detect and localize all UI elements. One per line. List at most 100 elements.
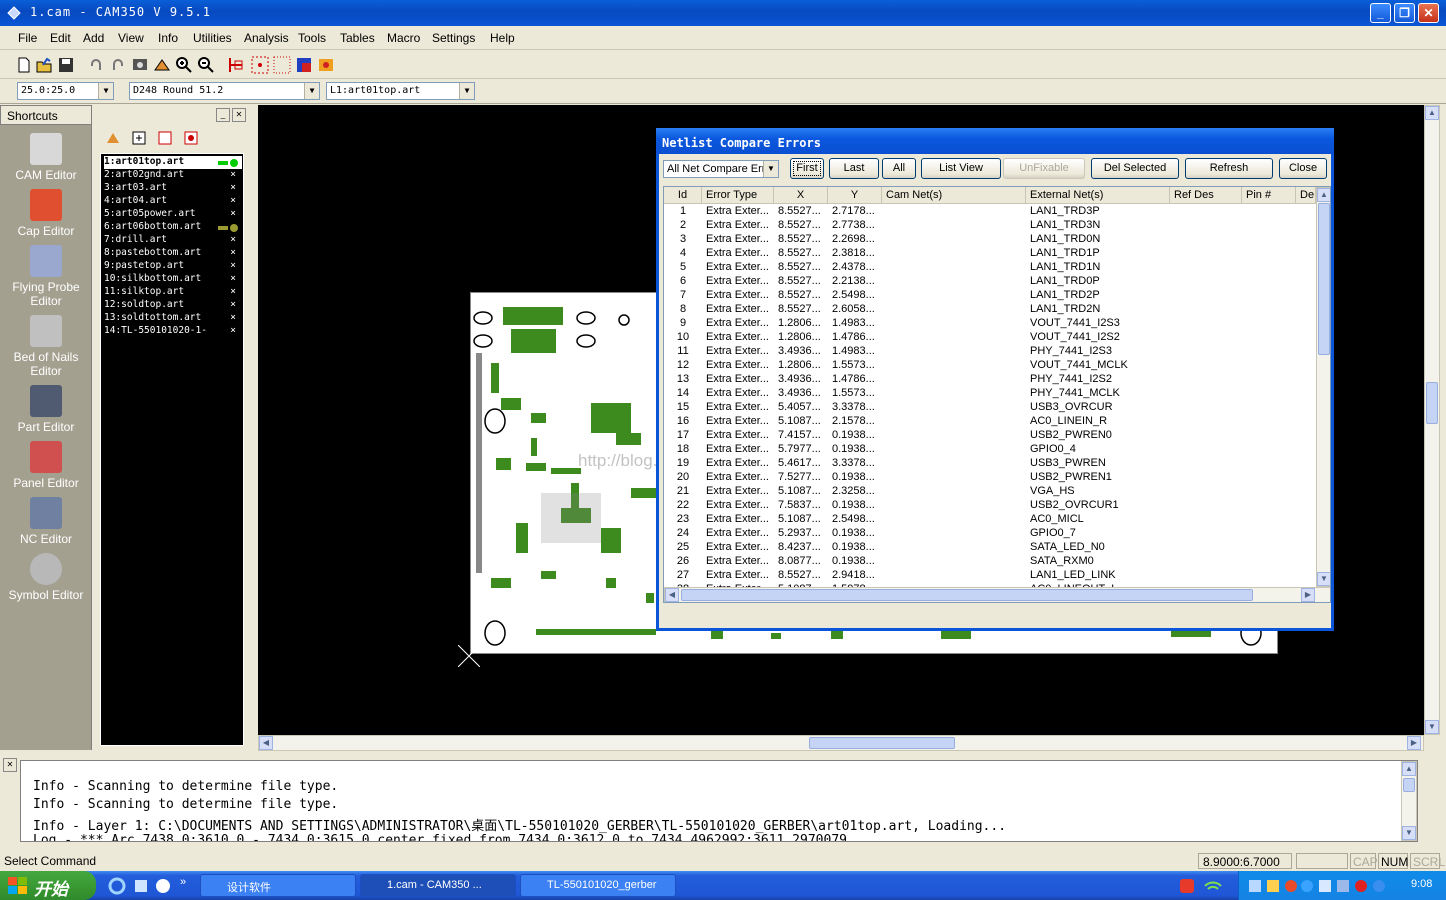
shortcut-panel-editor[interactable]: Panel Editor <box>0 441 92 490</box>
col-error-type[interactable]: Error Type <box>702 187 774 204</box>
table-row[interactable]: 16 Extra Exter... 5.1087... 2.1578... AC0_LI… <box>664 415 1316 429</box>
zoom-in-icon[interactable] <box>174 55 194 75</box>
save-icon[interactable] <box>56 55 76 75</box>
shortcut-part-editor[interactable]: Part Editor <box>0 385 92 434</box>
task-design-software[interactable]: 设计软件 <box>200 874 356 897</box>
shortcut-cap-editor[interactable]: Cap Editor <box>0 189 92 238</box>
layer-item[interactable]: 1:art01top.art <box>104 156 242 169</box>
del-selected-button[interactable]: Del Selected <box>1091 158 1179 179</box>
aperture-combo[interactable]: D248 Round 51.2 ▼ <box>129 82 320 100</box>
grid-vertical-scrollbar[interactable]: ▲ ▼ <box>1316 187 1330 587</box>
layer-hidden-icon[interactable]: × <box>230 182 236 193</box>
layer-hidden-icon[interactable]: × <box>230 169 236 180</box>
layer-item[interactable]: 8:pastebottom.art × <box>104 247 242 260</box>
layer-item[interactable]: 9:pastetop.art × <box>104 260 242 273</box>
last-button[interactable]: Last <box>829 158 879 179</box>
wifi-icon[interactable] <box>1202 877 1224 895</box>
table-row[interactable]: 22 Extra Exter... 7.5837... 0.1938... USB2_O… <box>664 499 1316 513</box>
pan-icon[interactable] <box>152 55 172 75</box>
menu-tables[interactable]: Tables <box>340 31 375 45</box>
layer-item[interactable]: 12:soldtop.art × <box>104 299 242 312</box>
layer-item[interactable]: 7:drill.art × <box>104 234 242 247</box>
layer-item[interactable]: 14:TL-550101020-1- × <box>104 325 242 338</box>
table-row[interactable]: 6 Extra Exter... 8.5527... 2.2138... LAN1_TR… <box>664 275 1316 289</box>
col-pin[interactable]: Pin # <box>1242 187 1296 204</box>
layer-hidden-icon[interactable]: × <box>230 325 236 336</box>
menu-add[interactable]: Add <box>83 31 104 45</box>
snap-icon[interactable] <box>226 55 246 75</box>
layer-item[interactable]: 3:art03.art × <box>104 182 242 195</box>
chevron-down-icon[interactable]: ▼ <box>98 83 113 99</box>
table-row[interactable]: 10 Extra Exter... 1.2806... 1.4786... VOUT_7… <box>664 331 1316 345</box>
shortcut-cam-editor[interactable]: CAM Editor <box>0 133 92 182</box>
scroll-thumb[interactable] <box>809 737 955 749</box>
scroll-left-icon[interactable]: ◀ <box>259 736 273 750</box>
table-row[interactable]: 20 Extra Exter... 7.5277... 0.1938... USB2_P… <box>664 471 1316 485</box>
table-row[interactable]: 26 Extra Exter... 8.0877... 0.1938... SATA_R… <box>664 555 1316 569</box>
layer-hidden-icon[interactable]: × <box>230 312 236 323</box>
table-row[interactable]: 9 Extra Exter... 1.2806... 1.4983... VOUT_74… <box>664 317 1316 331</box>
table-row[interactable]: 8 Extra Exter... 8.5527... 2.6058... LAN1_TR… <box>664 303 1316 317</box>
scroll-thumb[interactable] <box>1426 382 1438 424</box>
menu-settings[interactable]: Settings <box>432 31 475 45</box>
first-button[interactable]: First <box>790 158 824 179</box>
redraw-icon[interactable] <box>130 55 150 75</box>
layer-hidden-icon[interactable]: × <box>230 286 236 297</box>
menu-view[interactable]: View <box>118 31 144 45</box>
table-row[interactable]: 4 Extra Exter... 8.5527... 2.3818... LAN1_TR… <box>664 247 1316 261</box>
scroll-left-icon[interactable]: ◀ <box>665 588 679 602</box>
undo-icon[interactable] <box>86 55 106 75</box>
table-row[interactable]: 13 Extra Exter... 3.4936... 1.4786... PHY_74… <box>664 373 1316 387</box>
col-y[interactable]: Y <box>828 187 882 204</box>
menu-file[interactable]: File <box>18 31 37 45</box>
chevron-down-icon[interactable]: ▼ <box>459 83 474 99</box>
table-row[interactable]: 25 Extra Exter... 8.4237... 0.1938... SATA_L… <box>664 541 1316 555</box>
scroll-up-icon[interactable]: ▲ <box>1402 762 1416 776</box>
layer-hidden-icon[interactable]: × <box>230 260 236 271</box>
scroll-up-icon[interactable]: ▲ <box>1425 106 1439 120</box>
layer-visible-icon[interactable] <box>218 224 238 232</box>
layer-visible-icon[interactable] <box>218 159 238 167</box>
close-dialog-button[interactable]: Close <box>1279 158 1327 179</box>
table-row[interactable]: 1 Extra Exter... 8.5527... 2.7178... LAN1_TR… <box>664 205 1316 219</box>
layer-hidden-icon[interactable]: × <box>230 208 236 219</box>
error-filter-select[interactable]: All Net Compare Errc ▼ <box>663 160 779 178</box>
layer-item[interactable]: 5:art05power.art × <box>104 208 242 221</box>
layer-stack-icon[interactable] <box>156 129 174 147</box>
col-x[interactable]: X <box>774 187 828 204</box>
table-row[interactable]: 3 Extra Exter... 8.5527... 2.2698... LAN1_TR… <box>664 233 1316 247</box>
grid-icon[interactable] <box>250 55 270 75</box>
dots-grid-icon[interactable] <box>272 55 292 75</box>
col-external-nets[interactable]: External Net(s) <box>1026 187 1170 204</box>
minimize-panel-icon[interactable]: _ <box>216 108 230 122</box>
scroll-right-icon[interactable]: ▶ <box>1301 588 1315 602</box>
table-row[interactable]: 21 Extra Exter... 5.1087... 2.3258... VGA_HS <box>664 485 1316 499</box>
layer-hidden-icon[interactable]: × <box>230 247 236 258</box>
close-panel-icon[interactable]: ✕ <box>232 108 246 122</box>
table-row[interactable]: 7 Extra Exter... 8.5527... 2.5498... LAN1_TR… <box>664 289 1316 303</box>
layer-item[interactable]: 10:silkbottom.art × <box>104 273 242 286</box>
table-row[interactable]: 18 Extra Exter... 5.7977... 0.1938... GPIO0_… <box>664 443 1316 457</box>
highlight-icon[interactable] <box>316 55 336 75</box>
new-file-icon[interactable] <box>14 55 34 75</box>
layer-hidden-icon[interactable]: × <box>230 195 236 206</box>
quicklaunch-more-icon[interactable]: » <box>180 876 186 888</box>
layer-delete-icon[interactable] <box>182 129 200 147</box>
list-view-button[interactable]: List View <box>921 158 1001 179</box>
ie-icon[interactable] <box>108 877 126 895</box>
scroll-thumb[interactable] <box>1318 203 1330 355</box>
layer-color-icon[interactable] <box>294 55 314 75</box>
table-row[interactable]: 17 Extra Exter... 7.4157... 0.1938... USB2_P… <box>664 429 1316 443</box>
cam350-app-icon[interactable] <box>6 5 22 21</box>
layer-item[interactable]: 4:art04.art × <box>104 195 242 208</box>
layer-item[interactable]: 2:art02gnd.art × <box>104 169 242 182</box>
scale-combo[interactable]: 25.0:25.0 ▼ <box>17 82 114 100</box>
close-log-icon[interactable]: ✕ <box>3 758 17 772</box>
shortcut-bed-of-nails-editor[interactable]: Bed of Nails Editor <box>0 315 92 378</box>
browser-icon[interactable] <box>154 877 172 895</box>
table-row[interactable]: 19 Extra Exter... 5.4617... 3.3378... USB3_P… <box>664 457 1316 471</box>
layer-combo[interactable]: L1:art01top.art ▼ <box>326 82 475 100</box>
tray-icons[interactable] <box>1249 878 1399 894</box>
col-de[interactable]: De <box>1296 187 1316 204</box>
zoom-out-icon[interactable] <box>196 55 216 75</box>
